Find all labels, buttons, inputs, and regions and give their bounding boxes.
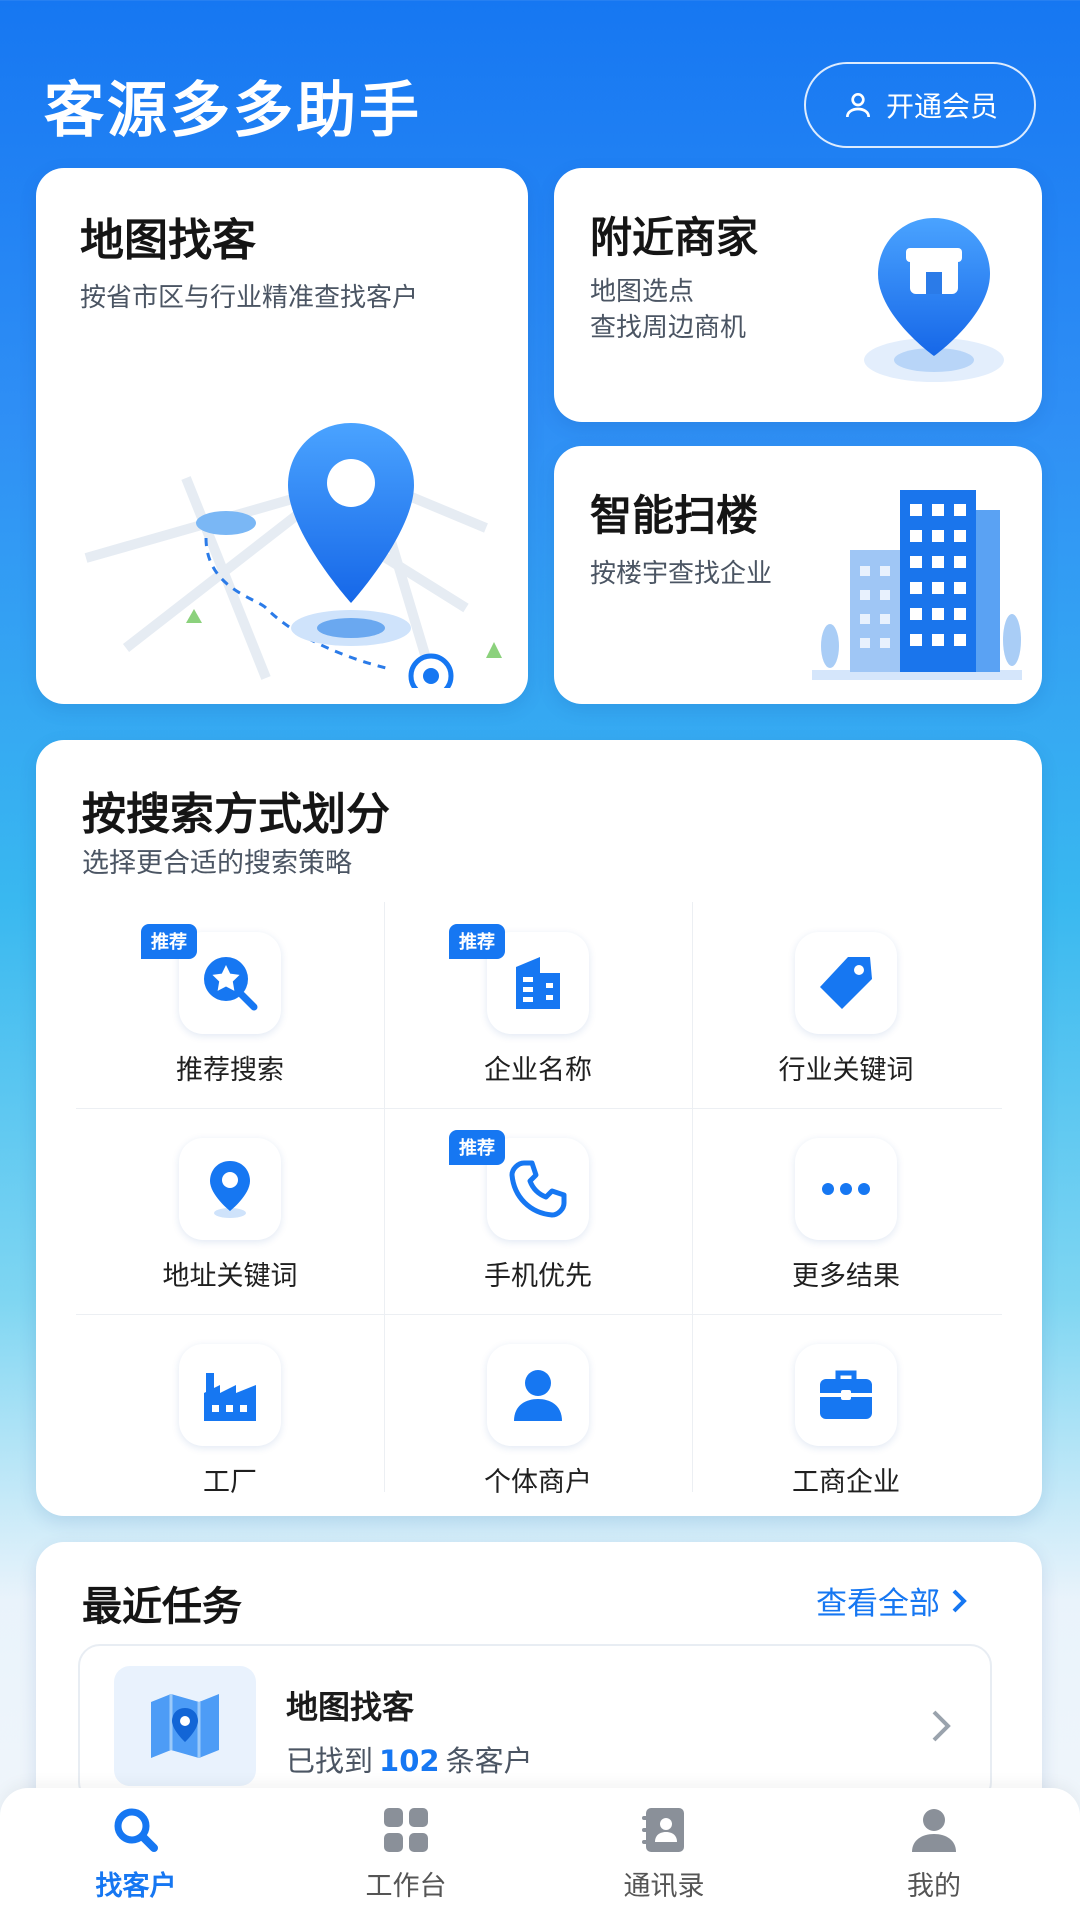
search-item-registered-company[interactable]: 工商企业 (692, 1314, 1000, 1514)
contacts-icon (642, 1808, 684, 1852)
star-search-icon (204, 957, 258, 1011)
map-card-subtitle: 按省市区与行业精准查找客户 (80, 283, 419, 313)
factory-icon (204, 1373, 256, 1421)
scan-card-title: 智能扫楼 (590, 491, 759, 540)
search-item-recommended[interactable]: 推荐 推荐搜索 (76, 902, 384, 1102)
search-item-label: 地址关键词 (162, 1261, 298, 1292)
search-item-more-results[interactable]: 更多结果 (692, 1108, 1000, 1308)
recent-task-item[interactable]: 地图找客 已找到 102 条客户 (78, 1644, 992, 1804)
search-item-label: 推荐搜索 (176, 1055, 284, 1086)
recommended-badge: 推荐 (449, 924, 505, 959)
app-title: 客源多多助手 (44, 76, 422, 146)
nearby-card-subtitle-line2: 查找周边商机 (590, 313, 747, 343)
view-all-label: 查看全部 (816, 1586, 940, 1622)
search-item-address-keyword[interactable]: 地址关键词 (76, 1108, 384, 1308)
phone-icon (509, 1160, 567, 1218)
folded-map-icon (151, 1694, 219, 1758)
chevron-right-icon (932, 1710, 951, 1742)
briefcase-icon (820, 1370, 872, 1419)
tab-label: 工作台 (365, 1871, 447, 1902)
tab-workbench[interactable]: 工作台 (306, 1804, 506, 1914)
search-icon (114, 1808, 158, 1852)
person-icon (514, 1370, 562, 1421)
recommended-badge: 推荐 (449, 1130, 505, 1165)
search-item-label: 更多结果 (792, 1261, 900, 1292)
search-item-label: 企业名称 (484, 1055, 592, 1086)
map-card-title: 地图找客 (80, 215, 256, 266)
view-all-link[interactable]: 查看全部 (816, 1578, 970, 1623)
chevron-right-icon (952, 1589, 967, 1612)
tab-find-customers[interactable]: 找客户 (36, 1804, 236, 1914)
nearby-card-subtitle-line1: 地图选点 (590, 277, 695, 307)
grid-icon (384, 1808, 428, 1852)
search-method-grid: 推荐 推荐搜索 推荐 企业名称 行业关键词 地址关键词 推荐 手机优先 更多结果… (76, 902, 1002, 1498)
search-panel-title: 按搜索方式划分 (82, 789, 390, 840)
search-item-industry-keyword[interactable]: 行业关键词 (692, 902, 1000, 1102)
nearby-card-title: 附近商家 (590, 213, 759, 262)
building-illustration (812, 490, 1022, 680)
profile-icon (912, 1809, 956, 1852)
search-item-label: 工厂 (203, 1467, 257, 1498)
tab-label: 找客户 (95, 1871, 177, 1902)
open-membership-label: 开通会员 (885, 90, 998, 123)
search-item-label: 手机优先 (484, 1261, 592, 1292)
tab-label: 我的 (907, 1871, 961, 1902)
tag-icon (820, 957, 872, 1009)
search-method-panel: 按搜索方式划分 选择更合适的搜索策略 推荐 推荐搜索 推荐 企业名称 行业关键词… (36, 740, 1042, 1516)
task-description: 已找到 102 条客户 (286, 1738, 533, 1780)
search-panel-subtitle: 选择更合适的搜索策略 (82, 848, 352, 879)
recent-tasks-title: 最近任务 (82, 1584, 242, 1630)
search-item-label: 个体商户 (484, 1467, 592, 1498)
user-icon (845, 93, 870, 118)
task-title: 地图找客 (286, 1688, 415, 1726)
scan-card-subtitle: 按楼宇查找企业 (590, 559, 773, 589)
map-thumbnail (114, 1666, 256, 1786)
recommended-badge: 推荐 (141, 924, 197, 959)
task-found-count: 102 (379, 1744, 440, 1778)
open-membership-button[interactable]: 开通会员 (804, 62, 1036, 148)
search-item-phone-first[interactable]: 推荐 手机优先 (384, 1108, 692, 1308)
search-item-label: 行业关键词 (778, 1055, 914, 1086)
store-pin-icon (864, 218, 1004, 382)
tab-label: 通讯录 (623, 1871, 705, 1902)
location-pin-icon (210, 1161, 250, 1218)
nearby-merchants-card[interactable]: 附近商家 地图选点 查找周边商机 (554, 168, 1042, 422)
map-pin-illustration (84, 423, 502, 688)
bottom-tab-bar: 找客户 工作台 通讯录 我的 (0, 1788, 1080, 1920)
smart-building-scan-card[interactable]: 智能扫楼 按楼宇查找企业 (554, 446, 1042, 704)
tab-contacts[interactable]: 通讯录 (564, 1804, 764, 1914)
search-item-company-name[interactable]: 推荐 企业名称 (384, 902, 692, 1102)
map-find-customers-card[interactable]: 地图找客 按省市区与行业精准查找客户 (36, 168, 528, 704)
search-item-factory[interactable]: 工厂 (76, 1314, 384, 1514)
task-desc-prefix: 已找到 (286, 1744, 374, 1778)
more-dots-icon (822, 1183, 870, 1195)
search-item-label: 工商企业 (792, 1467, 900, 1498)
task-desc-suffix: 条客户 (445, 1744, 533, 1778)
tab-mine[interactable]: 我的 (834, 1804, 1034, 1914)
search-item-individual-merchant[interactable]: 个体商户 (384, 1314, 692, 1514)
building-icon (516, 957, 560, 1009)
